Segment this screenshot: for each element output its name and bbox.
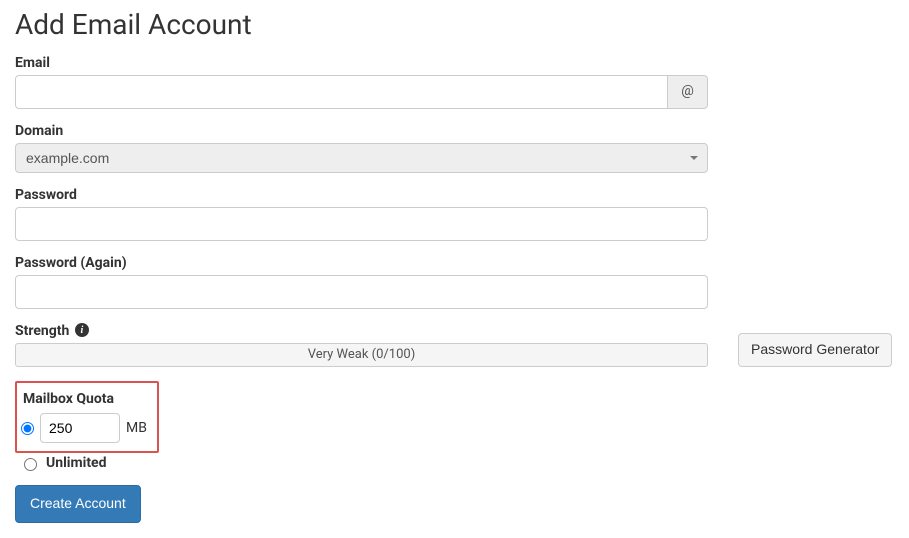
password-again-label: Password (Again)	[15, 255, 708, 271]
email-input[interactable]	[15, 75, 668, 109]
domain-select[interactable]: example.com	[15, 143, 708, 173]
info-icon: i	[75, 323, 89, 337]
strength-label: Strength i	[15, 323, 708, 339]
password-again-input[interactable]	[15, 275, 708, 309]
mailbox-quota-group: Mailbox Quota MB	[15, 381, 159, 453]
email-at-addon: @	[668, 75, 708, 109]
password-strength-meter: Very Weak (0/100)	[15, 343, 708, 367]
quota-unlimited-label: Unlimited	[46, 455, 107, 471]
quota-unit-label: MB	[126, 420, 147, 436]
email-label: Email	[15, 55, 894, 71]
password-input[interactable]	[15, 207, 708, 241]
domain-label: Domain	[15, 123, 894, 139]
password-label: Password	[15, 187, 708, 203]
quota-size-input[interactable]	[40, 413, 120, 443]
mailbox-quota-label: Mailbox Quota	[21, 391, 147, 407]
password-generator-button[interactable]: Password Generator	[738, 333, 892, 367]
quota-unlimited-radio[interactable]	[24, 458, 37, 471]
create-account-button[interactable]: Create Account	[15, 485, 141, 523]
quota-size-radio[interactable]	[21, 422, 34, 435]
page-title: Add Email Account	[15, 8, 894, 41]
